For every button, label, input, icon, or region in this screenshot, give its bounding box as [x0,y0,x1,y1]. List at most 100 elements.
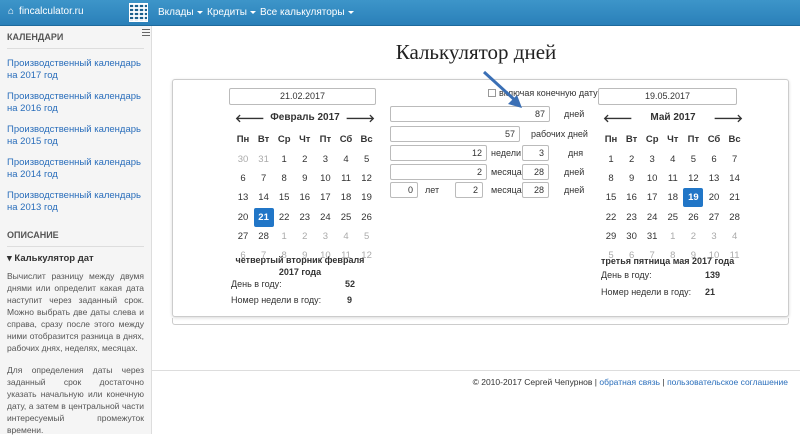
calendar-day[interactable]: 28 [254,227,274,246]
nav-credits[interactable]: Кредиты [207,7,256,18]
calendar-day[interactable]: 16 [295,188,315,207]
calendar-day[interactable]: 18 [336,188,356,207]
sidebar-link-2014[interactable]: Производственный календарь на 2014 год [7,157,144,181]
calendar-day[interactable]: 20 [704,188,724,207]
calendar-day[interactable]: 4 [336,150,356,169]
calendar-day[interactable]: 9 [295,169,315,188]
end-date-input[interactable]: 19.05.2017 [598,88,737,105]
calendar-day[interactable]: 29 [601,227,621,246]
calendar-day[interactable]: 6 [233,169,253,188]
feedback-link[interactable]: обратная связь [599,377,660,387]
calendar-day[interactable]: 17 [315,188,335,207]
calendar-day[interactable]: 7 [254,169,274,188]
calendar-day[interactable]: 2 [295,150,315,169]
calendar-day[interactable]: 10 [642,169,662,188]
calendar-day[interactable]: 2 [622,150,642,169]
sidebar-link-2015[interactable]: Производственный календарь на 2015 год [7,124,144,148]
calendar-day[interactable]: 13 [233,188,253,207]
sidebar-link-2016[interactable]: Производственный календарь на 2016 год [7,91,144,115]
calendar-day[interactable]: 27 [704,208,724,227]
calendar-day[interactable]: 16 [622,188,642,207]
calendar-day[interactable]: 7 [725,150,745,169]
calendar-day[interactable]: 4 [725,227,745,246]
sidebar-paragraph-1: Вычислит разницу между двумя днями или о… [7,271,144,353]
calendar-day[interactable]: 1 [274,150,294,169]
years-months-input[interactable]: 2 [455,182,483,198]
calendar-day[interactable]: 19 [357,188,377,207]
calendar-day[interactable]: 9 [622,169,642,188]
calendar-day[interactable]: 20 [233,208,253,227]
calendar-day[interactable]: 25 [336,208,356,227]
years-input[interactable]: 0 [390,182,418,198]
calendar-day[interactable]: 24 [642,208,662,227]
sidebar-subheading[interactable]: ▾ Калькулятор дат [7,253,144,264]
calendar-day[interactable]: 23 [295,208,315,227]
calendar-day[interactable]: 1 [663,227,683,246]
calendar-day[interactable]: 1 [274,227,294,246]
years-days-input[interactable]: 28 [522,182,549,198]
calendar-day[interactable]: 6 [704,150,724,169]
calendar-day[interactable]: 3 [704,227,724,246]
calendar-day[interactable]: 31 [642,227,662,246]
calendar-day[interactable]: 30 [622,227,642,246]
calendar-day[interactable]: 4 [663,150,683,169]
next-month-icon[interactable]: 🡒 [346,111,376,125]
qr-code-icon[interactable] [129,3,148,22]
calendar-day[interactable]: 3 [315,227,335,246]
nav-deposits[interactable]: Вклады [158,7,203,18]
months-days-input[interactable]: 28 [522,164,549,180]
calendar-day[interactable]: 8 [274,169,294,188]
calendar-day[interactable]: 22 [601,208,621,227]
nav-all-calculators[interactable]: Все калькуляторы [260,7,354,18]
selected-day[interactable]: 21 [253,207,274,227]
calendar-day[interactable]: 18 [663,188,683,207]
months-input[interactable]: 2 [390,164,487,180]
calendar-day[interactable]: 26 [357,208,377,227]
calendar-day[interactable]: 14 [725,169,745,188]
calendar-day[interactable]: 4 [336,227,356,246]
weeks-input[interactable]: 12 [390,145,487,161]
weeks-days-input[interactable]: 3 [522,145,549,161]
calendar-day[interactable]: 21 [725,188,745,207]
prev-month-icon[interactable]: 🡐 [603,111,633,125]
calendar-day[interactable]: 17 [642,188,662,207]
calendar-day[interactable]: 31 [254,150,274,169]
calendar-day[interactable]: 30 [233,150,253,169]
calendar-day[interactable]: 5 [357,150,377,169]
prev-month-icon[interactable]: 🡐 [235,111,265,125]
calendar-day[interactable]: 2 [683,227,703,246]
start-date-input[interactable]: 21.02.2017 [229,88,376,105]
calendar-day[interactable]: 23 [622,208,642,227]
calendar-day[interactable]: 12 [683,169,703,188]
user-agreement-link[interactable]: пользовательское соглашение [667,377,788,387]
calendar-day[interactable]: 3 [642,150,662,169]
calendar-day[interactable]: 28 [725,208,745,227]
sidebar-link-2013[interactable]: Производственный календарь на 2013 год [7,190,144,214]
sidebar-link-2017[interactable]: Производственный календарь на 2017 год [7,58,144,82]
calendar-day[interactable]: 14 [254,188,274,207]
calendar-day[interactable]: 3 [315,150,335,169]
calendar-day[interactable]: 11 [336,169,356,188]
calendar-day[interactable]: 2 [295,227,315,246]
calendar-day[interactable]: 1 [601,150,621,169]
calendar-day[interactable]: 8 [601,169,621,188]
calendar-day[interactable]: 12 [357,169,377,188]
calendar-day[interactable]: 15 [601,188,621,207]
calendar-day[interactable]: 5 [683,150,703,169]
selected-day[interactable]: 19 [683,188,704,208]
calendar-day[interactable]: 15 [274,188,294,207]
calendar-day[interactable]: 27 [233,227,253,246]
calendar-day[interactable]: 26 [683,208,703,227]
calendar-day[interactable]: 5 [357,227,377,246]
brand-link[interactable]: ⌂ fincalculator.ru [8,6,84,17]
next-month-icon[interactable]: 🡒 [714,111,744,125]
calendar-day[interactable]: 11 [663,169,683,188]
calendar-day[interactable]: 22 [274,208,294,227]
menu-icon[interactable] [142,29,150,36]
calendar-day[interactable]: 13 [704,169,724,188]
calendar-day[interactable]: 24 [315,208,335,227]
work-days-input[interactable]: 57 [390,126,520,142]
calendar-day[interactable]: 25 [663,208,683,227]
calendar-day[interactable]: 10 [315,169,335,188]
panel-bottom [172,318,789,325]
